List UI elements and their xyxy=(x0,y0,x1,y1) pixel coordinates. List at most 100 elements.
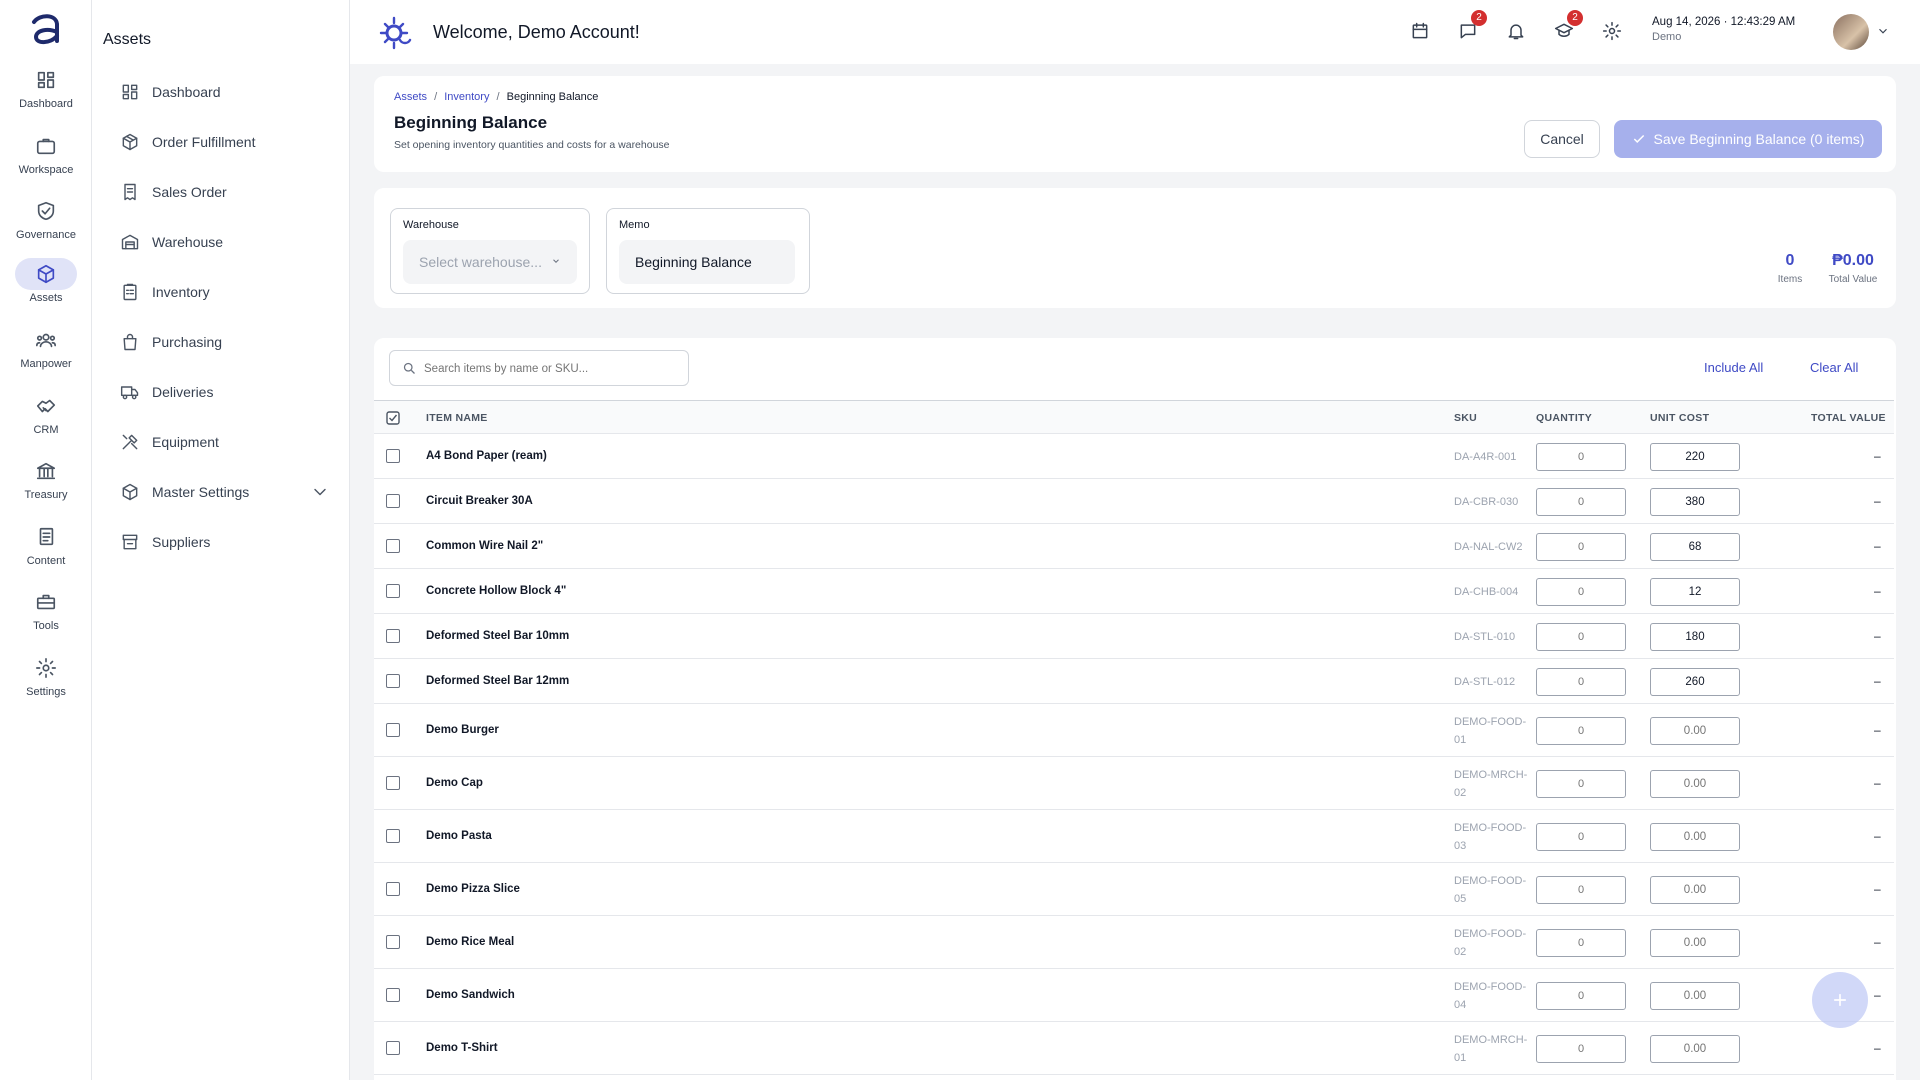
quantity-input[interactable] xyxy=(1536,443,1626,471)
row-checkbox[interactable] xyxy=(386,882,400,896)
item-sku: DEMO-FOOD-02 xyxy=(1454,928,1527,958)
chevron-down-icon[interactable] xyxy=(1876,24,1890,38)
rail-item-workspace[interactable]: Workspace xyxy=(0,130,92,186)
cancel-button[interactable]: Cancel xyxy=(1524,120,1600,158)
sidebar-item-suppliers[interactable]: Suppliers xyxy=(120,524,330,560)
total-value-cell: – xyxy=(1874,723,1881,737)
rail-item-settings[interactable]: Settings xyxy=(0,652,92,708)
unit-cost-input[interactable] xyxy=(1650,668,1740,696)
clear-all-button[interactable]: Clear All xyxy=(1810,360,1858,375)
row-checkbox[interactable] xyxy=(386,539,400,553)
save-beginning-balance-button[interactable]: Save Beginning Balance (0 items) xyxy=(1614,120,1882,158)
bank-icon xyxy=(15,455,77,487)
breadcrumb-assets[interactable]: Assets xyxy=(394,91,427,103)
quantity-input[interactable] xyxy=(1536,1035,1626,1063)
warehouse-select[interactable]: Select warehouse... xyxy=(403,240,577,284)
unit-cost-input[interactable] xyxy=(1650,578,1740,606)
shield-check-icon xyxy=(15,195,77,227)
chevron-down-icon[interactable] xyxy=(310,482,330,502)
unit-cost-input[interactable] xyxy=(1650,443,1740,471)
row-checkbox[interactable] xyxy=(386,584,400,598)
unit-cost-input[interactable] xyxy=(1650,982,1740,1010)
notifications-button[interactable] xyxy=(1503,18,1529,44)
row-checkbox[interactable] xyxy=(386,776,400,790)
quantity-input[interactable] xyxy=(1536,770,1626,798)
total-value-cell: – xyxy=(1874,935,1881,949)
unit-cost-input[interactable] xyxy=(1650,488,1740,516)
column-header-sku: SKU xyxy=(1454,412,1478,424)
breadcrumb-current: Beginning Balance xyxy=(506,91,599,103)
rail-item-treasury[interactable]: Treasury xyxy=(0,455,92,511)
settings-button[interactable] xyxy=(1599,18,1625,44)
row-checkbox[interactable] xyxy=(386,674,400,688)
row-checkbox[interactable] xyxy=(386,988,400,1002)
quantity-input[interactable] xyxy=(1536,668,1626,696)
sidebar-item-deliveries[interactable]: Deliveries xyxy=(120,374,330,410)
unit-cost-input[interactable] xyxy=(1650,717,1740,745)
row-checkbox[interactable] xyxy=(386,935,400,949)
unit-cost-input[interactable] xyxy=(1650,770,1740,798)
sidebar-item-equipment[interactable]: Equipment xyxy=(120,424,330,460)
rail-item-crm[interactable]: CRM xyxy=(0,390,92,446)
row-checkbox[interactable] xyxy=(386,629,400,643)
quantity-input[interactable] xyxy=(1536,717,1626,745)
items-stat: 0 Items xyxy=(1770,252,1810,285)
rail-label: Manpower xyxy=(20,358,72,370)
rail-label: CRM xyxy=(33,424,59,436)
unit-cost-input[interactable] xyxy=(1650,823,1740,851)
quantity-input[interactable] xyxy=(1536,982,1626,1010)
rail-item-manpower[interactable]: Manpower xyxy=(0,324,92,380)
row-checkbox[interactable] xyxy=(386,723,400,737)
row-checkbox[interactable] xyxy=(386,1041,400,1055)
calendar-button[interactable] xyxy=(1407,18,1433,44)
rail-item-governance[interactable]: Governance xyxy=(0,195,92,251)
warehouse-select-placeholder: Select warehouse... xyxy=(419,254,542,270)
row-checkbox[interactable] xyxy=(386,449,400,463)
add-fab-button[interactable] xyxy=(1812,972,1868,1028)
rail-item-assets[interactable]: Assets xyxy=(0,258,92,314)
sidebar-item-master-settings[interactable]: Master Settings xyxy=(120,474,330,510)
sidebar-item-warehouse[interactable]: Warehouse xyxy=(120,224,330,260)
rail-item-dashboard[interactable]: Dashboard xyxy=(0,64,92,120)
row-checkbox[interactable] xyxy=(386,494,400,508)
sidebar-item-inventory[interactable]: Inventory xyxy=(120,274,330,310)
sidebar-item-purchasing[interactable]: Purchasing xyxy=(120,324,330,360)
memo-input[interactable] xyxy=(619,240,795,284)
courses-button[interactable]: 2 xyxy=(1551,10,1583,44)
rail-item-content[interactable]: Content xyxy=(0,521,92,577)
breadcrumb-inventory[interactable]: Inventory xyxy=(444,91,489,103)
item-search[interactable] xyxy=(389,350,689,386)
quantity-input[interactable] xyxy=(1536,929,1626,957)
quantity-input[interactable] xyxy=(1536,823,1626,851)
include-all-button[interactable]: Include All xyxy=(1704,360,1763,375)
sidebar-item-sales-order[interactable]: Sales Order xyxy=(120,174,330,210)
sidebar-item-order-fulfillment[interactable]: Order Fulfillment xyxy=(120,124,330,160)
item-name: Deformed Steel Bar 10mm xyxy=(426,630,570,642)
unit-cost-input[interactable] xyxy=(1650,1035,1740,1063)
select-all-checkbox-icon[interactable] xyxy=(386,411,400,425)
quantity-input[interactable] xyxy=(1536,623,1626,651)
total-value-cell: – xyxy=(1874,539,1881,553)
rail-item-tools[interactable]: Tools xyxy=(0,586,92,642)
unit-cost-input[interactable] xyxy=(1650,876,1740,904)
sidebar-item-dashboard[interactable]: Dashboard xyxy=(120,74,330,110)
item-search-input[interactable] xyxy=(424,359,674,379)
quantity-input[interactable] xyxy=(1536,488,1626,516)
unit-cost-input[interactable] xyxy=(1650,623,1740,651)
unit-cost-input[interactable] xyxy=(1650,929,1740,957)
avatar[interactable] xyxy=(1833,14,1869,50)
item-name: Common Wire Nail 2" xyxy=(426,540,544,552)
quantity-input[interactable] xyxy=(1536,876,1626,904)
quantity-input[interactable] xyxy=(1536,533,1626,561)
row-checkbox[interactable] xyxy=(386,829,400,843)
datetime-display: Aug 14, 2026 · 12:43:29 AM Demo xyxy=(1652,16,1796,43)
unit-cost-input[interactable] xyxy=(1650,533,1740,561)
sidebar-title: Assets xyxy=(103,31,152,48)
item-sku: DEMO-FOOD-03 xyxy=(1454,822,1527,852)
messages-button[interactable]: 2 xyxy=(1455,10,1487,44)
warehouse-label: Warehouse xyxy=(403,219,459,231)
quantity-input[interactable] xyxy=(1536,578,1626,606)
item-sku: DEMO-MRCH-02 xyxy=(1454,769,1528,799)
handshake-icon xyxy=(15,390,77,422)
app-logo-icon[interactable] xyxy=(26,10,66,50)
